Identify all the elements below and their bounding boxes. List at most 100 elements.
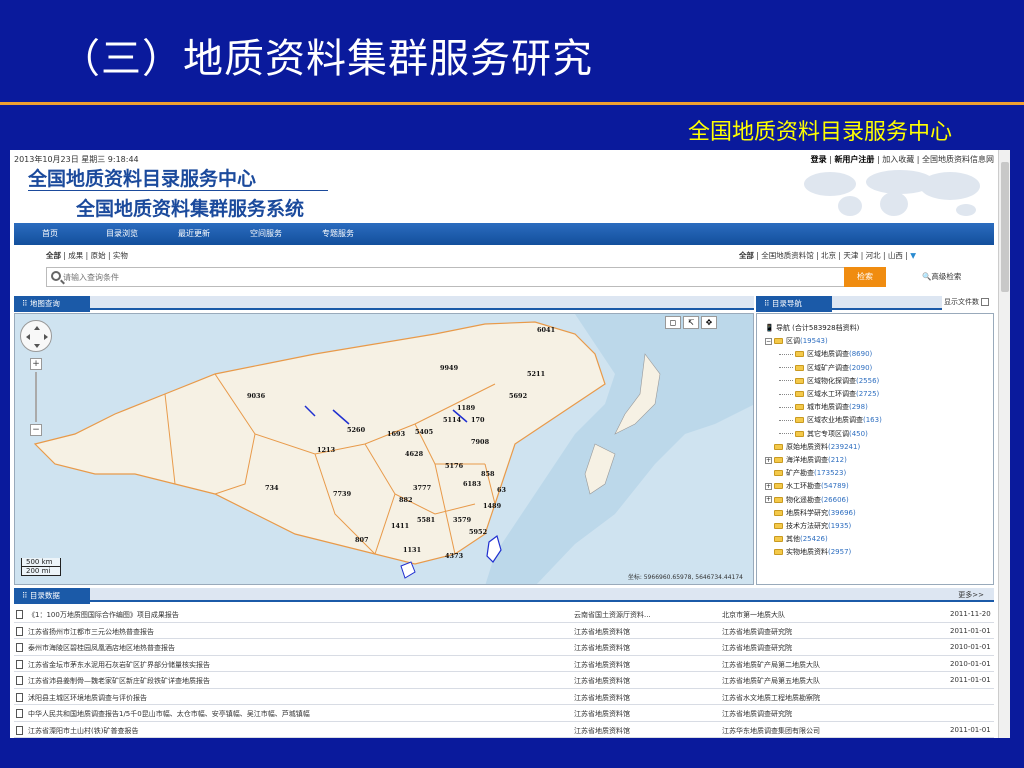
row-date: 2011-01-01 xyxy=(950,725,991,734)
tree-item-label: 技术方法研究 xyxy=(786,522,828,531)
catalog-list: 《1：100万地质图国际合作编图》项目成果报告 云南省国土资源厅资料... 北京市第… xyxy=(14,606,994,738)
pan-icon[interactable]: ✥ xyxy=(701,316,717,329)
map-label: 4373 xyxy=(445,552,464,560)
table-row[interactable]: 中华人民共和国地质调查报告1/5千0昆山市幅、太仓市幅、安亭镇幅、吴江市幅、芦城… xyxy=(14,705,994,722)
row-title[interactable]: 泰州市海陵区碧桂园凤凰酒店地区地热普查报告 xyxy=(28,643,568,653)
pan-control[interactable] xyxy=(20,320,52,352)
region-national[interactable]: 全国地质资料馆 xyxy=(761,251,814,260)
zoom-out-button[interactable]: − xyxy=(30,424,42,436)
map-label: 7739 xyxy=(333,490,352,498)
row-title[interactable]: 江苏省溧阳市土山村(铁)矿普查报告 xyxy=(28,726,568,736)
nav-home[interactable]: 首页 xyxy=(14,223,86,245)
tree-item[interactable]: 区域地质调查(8690) xyxy=(765,348,882,361)
map-label: 9949 xyxy=(440,364,459,372)
tree-item[interactable]: 地质科学研究(39696) xyxy=(765,507,882,520)
tree-toggle-icon[interactable]: + xyxy=(765,482,772,490)
region-tianjin[interactable]: 天津 xyxy=(843,251,858,260)
folder-icon xyxy=(795,404,804,411)
region-hebei[interactable]: 河北 xyxy=(866,251,881,260)
cat-all[interactable]: 全部 xyxy=(46,251,61,260)
nav-topic[interactable]: 专题服务 xyxy=(302,223,374,245)
map-label: 4628 xyxy=(405,450,424,458)
folder-icon xyxy=(774,443,783,450)
tree-item-label: 水工环勘查 xyxy=(786,482,821,491)
table-row[interactable]: 江苏省金坛市茅东水泥用石灰岩矿区扩界部分储量核实报告 江苏省地质资料馆 江苏省地质矿… xyxy=(14,656,994,672)
scrollbar-thumb[interactable] xyxy=(1001,162,1009,292)
tree-item[interactable]: 区域水工环调查(2725) xyxy=(765,388,882,401)
scrollbar[interactable] xyxy=(998,150,1010,738)
tree-item[interactable]: 实物地质资料(2957) xyxy=(765,546,882,559)
map-label: 1489 xyxy=(483,502,502,510)
row-archive: 江苏省地质资料馆 xyxy=(574,677,630,685)
table-row[interactable]: 泰州市海陵区碧桂园凤凰酒店地区地热普查报告 江苏省地质资料馆 江苏省地质调查研究院 2… xyxy=(14,639,994,656)
tree-toggle-icon[interactable]: + xyxy=(765,456,772,464)
table-row[interactable]: 江苏省扬州市江都市三元公地热普查报告 江苏省地质资料馆 江苏省地质调查研究院 2011… xyxy=(14,623,994,639)
tree-item[interactable]: + 海洋地质调查(212) xyxy=(765,454,882,467)
region-beijing[interactable]: 北京 xyxy=(821,251,836,260)
tab-catalog-nav[interactable]: ⠿ 目录导航 xyxy=(756,296,832,312)
pan-arrows-icon xyxy=(26,326,48,348)
tree-item[interactable]: 城市地质调查(298) xyxy=(765,401,882,414)
tree-item[interactable]: 区域物化探调查(2556) xyxy=(765,375,882,388)
tree-connector xyxy=(779,419,793,421)
tree-item[interactable]: 区域矿产调查(2090) xyxy=(765,362,882,375)
cat-physical[interactable]: 实物 xyxy=(113,251,128,260)
nav-spatial[interactable]: 空间服务 xyxy=(230,223,302,245)
tree-connector xyxy=(779,353,793,355)
row-title[interactable]: 《1：100万地质图国际合作编图》项目成果报告 xyxy=(28,610,568,620)
row-title[interactable]: 沭阳县主城区环境地质调查与评价报告 xyxy=(28,693,568,703)
tree-item[interactable]: 矿产勘查(173523) xyxy=(765,467,882,480)
table-row[interactable]: 江苏省溧阳市土山村(铁)矿普查报告 江苏省地质资料馆 江苏华东地质调查集团有限公司 2… xyxy=(14,722,994,738)
tree-item-count: (163) xyxy=(863,416,882,425)
tree-toggle-icon[interactable]: + xyxy=(765,496,772,504)
document-icon xyxy=(16,709,23,718)
slide-title: （三）地质资料集群服务研究 xyxy=(60,36,593,82)
nav-recent[interactable]: 最近更新 xyxy=(158,223,230,245)
tab-catalog-data[interactable]: ⠿ 目录数据 xyxy=(14,588,90,604)
logo-divider xyxy=(28,190,328,191)
tree-item[interactable]: 技术方法研究(1935) xyxy=(765,520,882,533)
fullscreen-icon[interactable]: ◻ xyxy=(665,316,681,329)
search-input[interactable] xyxy=(63,269,763,285)
tree-toggle-icon[interactable]: − xyxy=(765,337,772,345)
tree-connector xyxy=(779,406,793,408)
tree-item[interactable]: − 区调(19543) xyxy=(765,335,882,348)
zoom-track[interactable] xyxy=(35,372,37,422)
row-title[interactable]: 中华人民共和国地质调查报告1/5千0昆山市幅、太仓市幅、安亭镇幅、吴江市幅、芦城… xyxy=(28,709,568,719)
table-row[interactable]: 沭阳县主城区环境地质调查与评价报告 江苏省地质资料馆 江苏省水文地质工程地质勘察院 xyxy=(14,689,994,705)
china-map xyxy=(15,314,753,584)
document-icon xyxy=(16,692,23,702)
table-row[interactable]: 江苏省沛县姜制骨—魏老家矿区新庄矿段铁矿详查地质报告 江苏省地质资料馆 江苏省地质矿… xyxy=(14,672,994,689)
region-all[interactable]: 全部 xyxy=(739,251,754,260)
tree-item[interactable]: + 物化遥勘查(26606) xyxy=(765,494,882,507)
table-row[interactable]: 《1：100万地质图国际合作编图》项目成果报告 云南省国土资源厅资料... 北京市第… xyxy=(14,606,994,623)
tree-item[interactable]: 其它专项区调(450) xyxy=(765,428,882,441)
zoom-in-button[interactable]: + xyxy=(30,358,42,370)
more-link[interactable]: 更多>> xyxy=(958,588,984,602)
tree-item[interactable]: + 水工环勘查(54789) xyxy=(765,480,882,493)
map-view[interactable]: 6041 9949 5211 9036 5692 1189 5114 170 5… xyxy=(14,313,754,585)
row-title[interactable]: 江苏省扬州市江都市三元公地热普查报告 xyxy=(28,627,568,637)
map-label: 5211 xyxy=(527,370,546,378)
row-title[interactable]: 江苏省沛县姜制骨—魏老家矿区新庄矿段铁矿详查地质报告 xyxy=(28,676,568,686)
show-file-count[interactable]: 显示文件数 xyxy=(944,297,989,307)
cat-results[interactable]: 成果 xyxy=(68,251,83,260)
map-label: 1693 xyxy=(387,430,406,438)
map-label: 858 xyxy=(481,470,495,478)
tab-map-query[interactable]: ⠿ 地图查询 xyxy=(14,296,90,312)
tree-item[interactable]: 原始地质资料(239241) xyxy=(765,441,882,454)
map-label: 5114 xyxy=(443,416,462,424)
region-shanxi[interactable]: 山西 xyxy=(888,251,903,260)
cat-original[interactable]: 原始 xyxy=(91,251,106,260)
folder-icon xyxy=(795,391,804,398)
show-file-count-checkbox[interactable] xyxy=(981,298,989,306)
advanced-search-link[interactable]: 🔍高级检索 xyxy=(922,271,961,282)
region-dropdown-icon[interactable]: ▼ xyxy=(910,251,916,260)
tree-item[interactable]: 区域农业地质调查(163) xyxy=(765,414,882,427)
measure-icon[interactable]: ↸ xyxy=(683,316,699,329)
search-button[interactable]: 检索 xyxy=(844,267,886,287)
row-title[interactable]: 江苏省金坛市茅东水泥用石灰岩矿区扩界部分储量核实报告 xyxy=(28,660,568,670)
nav-browse[interactable]: 目录浏览 xyxy=(86,223,158,245)
tree-root[interactable]: 📱 导航 (合计583928档资料) xyxy=(765,322,882,335)
tree-item[interactable]: 其他(25426) xyxy=(765,533,882,546)
